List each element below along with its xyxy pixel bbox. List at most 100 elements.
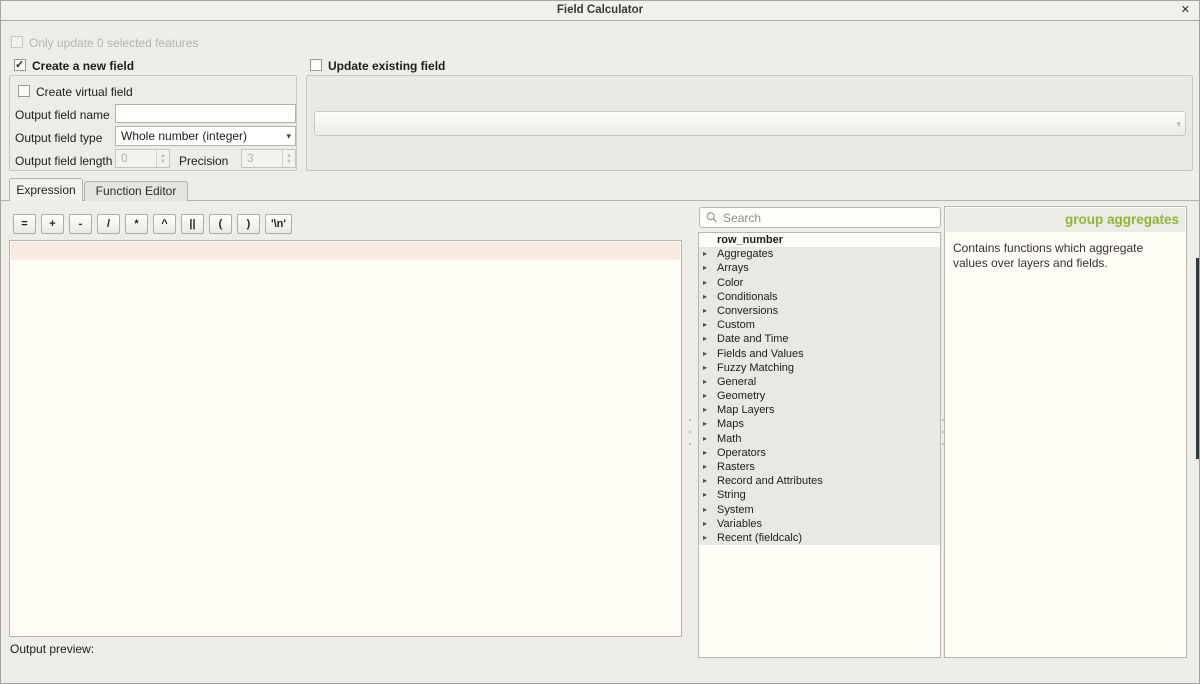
create-new-field-label: Create a new field: [32, 59, 134, 73]
function-tree-item-rasters[interactable]: ▸Rasters: [699, 460, 940, 474]
expand-arrow-icon: ▸: [703, 460, 707, 474]
expand-arrow-icon: ▸: [703, 503, 707, 517]
output-field-length-value: 0: [121, 151, 128, 165]
operator-open-paren-button[interactable]: (: [209, 214, 232, 234]
precision-value: 3: [247, 151, 254, 165]
function-tree-item-aggregates[interactable]: ▸Aggregates: [699, 247, 940, 261]
expand-arrow-icon: ▸: [703, 332, 707, 346]
function-search-input[interactable]: [723, 211, 934, 225]
function-tree-item-custom[interactable]: ▸ Custom: [699, 318, 940, 332]
output-field-length-stepper: 0 ▲▼: [115, 149, 170, 168]
expand-arrow-icon: ▸: [703, 432, 707, 446]
function-search-box[interactable]: [699, 207, 941, 228]
operator-button-row: = + - / * ^ || ( ) '\n': [13, 214, 292, 234]
operator-minus-button[interactable]: -: [69, 214, 92, 234]
operator-divide-button[interactable]: /: [97, 214, 120, 234]
function-tree-item-system[interactable]: ▸ System: [699, 503, 940, 517]
tree-item-label: Custom: [717, 319, 755, 331]
function-tree-item-map-layers[interactable]: ▸ Map Layers: [699, 403, 940, 417]
output-field-type-select[interactable]: Whole number (integer) ▾: [115, 126, 296, 146]
function-tree-item-arrays[interactable]: ▸ Arrays: [699, 261, 940, 275]
tree-item-label: Color: [717, 277, 743, 289]
search-icon: [706, 211, 718, 224]
existing-field-select: ▾: [314, 111, 1186, 136]
chevron-down-icon: ▾: [1176, 113, 1181, 136]
function-tree-item-maps[interactable]: ▸Maps: [699, 417, 940, 431]
expand-arrow-icon: ▸: [703, 276, 707, 290]
tree-item-label: Conversions: [717, 305, 778, 317]
expand-arrow-icon: ▸: [703, 304, 707, 318]
tree-item-label: Fields and Values: [717, 348, 804, 360]
tree-item-label: Date and Time: [717, 333, 789, 345]
expand-arrow-icon: ▸: [703, 403, 707, 417]
tree-item-label: Arrays: [717, 262, 749, 274]
operator-newline-button[interactable]: '\n': [265, 214, 292, 234]
function-tree-item-variables[interactable]: ▸ Variables: [699, 517, 940, 531]
function-tree-item-fuzzy-matching[interactable]: ▸ Fuzzy Matching: [699, 361, 940, 375]
create-virtual-field-checkbox[interactable]: [18, 85, 30, 97]
output-field-name-input[interactable]: [115, 104, 296, 123]
precision-stepper: 3 ▲▼: [241, 149, 296, 168]
only-update-checkbox: [11, 36, 23, 48]
operator-equals-button[interactable]: =: [13, 214, 36, 234]
function-tree-item-conditionals[interactable]: ▸ Conditionals: [699, 290, 940, 304]
current-line-highlight: [11, 242, 680, 260]
function-tree-item-row-number[interactable]: row_number: [699, 233, 940, 247]
expand-arrow-icon: ▸: [703, 261, 707, 275]
tree-item-label: Math: [717, 433, 741, 445]
function-tree-item-fields-and-values[interactable]: ▸Fields and Values: [699, 347, 940, 361]
expand-arrow-icon: ▸: [703, 247, 707, 261]
operator-concat-button[interactable]: ||: [181, 214, 204, 234]
window-title: Field Calculator: [1, 4, 1199, 16]
spinner-arrows-icon: ▲▼: [282, 150, 295, 167]
tab-function-editor[interactable]: Function Editor: [84, 181, 188, 201]
function-tree-item-operators[interactable]: ▸Operators: [699, 446, 940, 460]
expand-arrow-icon: ▸: [703, 361, 707, 375]
splitter-handle[interactable]: [688, 419, 691, 445]
function-tree-item-date-and-time[interactable]: ▸ Date and Time: [699, 332, 940, 346]
function-tree-item-string[interactable]: ▸String: [699, 488, 940, 502]
function-tree-item-general[interactable]: ▸General: [699, 375, 940, 389]
expand-arrow-icon: ▸: [703, 446, 707, 460]
function-tree-item-geometry[interactable]: ▸Geometry: [699, 389, 940, 403]
precision-label: Precision: [179, 154, 228, 168]
update-existing-field-checkbox[interactable]: [310, 59, 322, 71]
tree-item-label: Maps: [717, 418, 744, 430]
output-field-name-label: Output field name: [15, 108, 110, 122]
expression-editor[interactable]: [9, 240, 682, 637]
field-calculator-dialog: { "window": { "title": "Field Calculator…: [0, 0, 1200, 684]
tree-item-label: Fuzzy Matching: [717, 362, 794, 374]
tab-expression[interactable]: Expression: [9, 178, 83, 201]
operator-power-button[interactable]: ^: [153, 214, 176, 234]
spinner-arrows-icon: ▲▼: [156, 150, 169, 167]
close-icon[interactable]: ✕: [1181, 4, 1190, 17]
output-field-type-label: Output field type: [15, 131, 102, 145]
tree-item-label: row_number: [717, 234, 783, 246]
operator-plus-button[interactable]: +: [41, 214, 64, 234]
function-help-panel: group aggregates Contains functions whic…: [944, 206, 1187, 658]
expand-arrow-icon: ▸: [703, 517, 707, 531]
title-bar: Field Calculator ✕: [1, 1, 1199, 21]
tree-item-label: Record and Attributes: [717, 475, 823, 487]
function-tree[interactable]: row_number ▸Aggregates ▸ Arrays ▸ Color ▸ C…: [698, 232, 941, 658]
expand-arrow-icon: ▸: [703, 318, 707, 332]
tree-item-label: Geometry: [717, 390, 765, 402]
expand-arrow-icon: ▸: [703, 474, 707, 488]
tree-item-label: Recent (fieldcalc): [717, 532, 802, 544]
tree-item-label: Conditionals: [717, 291, 778, 303]
help-panel-body: Contains functions which aggregate value…: [946, 237, 1185, 656]
tree-item-label: Map Layers: [717, 404, 774, 416]
tree-item-label: System: [717, 504, 754, 516]
tree-item-label: Variables: [717, 518, 762, 530]
operator-close-paren-button[interactable]: ): [237, 214, 260, 234]
create-new-field-checkbox[interactable]: [14, 59, 26, 71]
expand-arrow-icon: ▸: [703, 290, 707, 304]
function-tree-item-recent-fieldcalc[interactable]: ▸Recent (fieldcalc): [699, 531, 940, 545]
function-tree-item-conversions[interactable]: ▸ Conversions: [699, 304, 940, 318]
function-tree-item-record-and-attributes[interactable]: ▸ Record and Attributes: [699, 474, 940, 488]
operator-multiply-button[interactable]: *: [125, 214, 148, 234]
right-edge-scrollbar[interactable]: [1196, 258, 1199, 459]
function-tree-item-color[interactable]: ▸ Color: [699, 276, 940, 290]
output-field-type-value: Whole number (integer): [121, 129, 247, 143]
function-tree-item-math[interactable]: ▸ Math: [699, 432, 940, 446]
